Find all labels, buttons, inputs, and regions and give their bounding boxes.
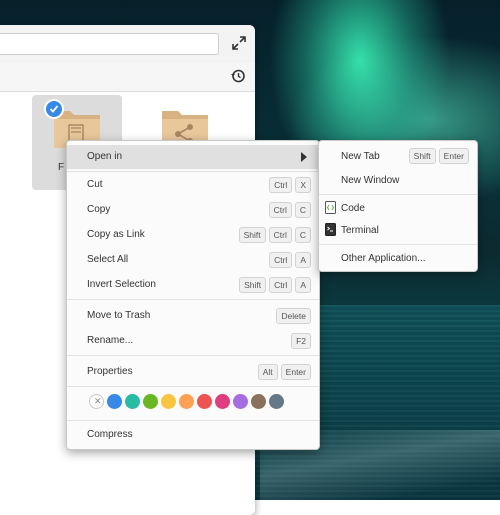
separator [67, 420, 319, 421]
menu-item-label: Compress [87, 429, 133, 440]
color-swatch-green[interactable] [143, 394, 158, 409]
key: Shift [238, 227, 266, 243]
menu-item-label: Invert Selection [87, 279, 156, 290]
separator [67, 355, 319, 356]
key: Shift [239, 277, 267, 293]
shortcut: Ctrl A [269, 252, 311, 268]
menu-item-label: Select All [87, 254, 129, 265]
key: Shift [408, 148, 436, 164]
key: Ctrl [269, 177, 293, 193]
menu-item-label: New Tab [341, 151, 380, 162]
menu-item-label: Other Application... [341, 253, 426, 264]
close-icon: ✕ [94, 396, 102, 406]
menu-item-label: Open in [87, 151, 123, 162]
color-none-swatch[interactable]: ✕ [89, 394, 104, 409]
open-in-submenu: New Tab Shift Enter New Window Code Termi… [318, 140, 478, 272]
shortcut: Shift Ctrl A [239, 277, 311, 293]
menu-item-copy-as-link[interactable]: Copy as Link Shift Ctrl C [67, 223, 319, 247]
submenu-item-new-tab[interactable]: New Tab Shift Enter [319, 145, 477, 167]
key: C [294, 202, 311, 218]
key: C [294, 227, 311, 243]
history-icon[interactable] [230, 68, 246, 84]
menu-item-label: Cut [87, 179, 103, 190]
shortcut: Ctrl X [269, 177, 311, 193]
color-swatch-pink[interactable] [215, 394, 230, 409]
key: Ctrl [269, 277, 293, 293]
menu-item-open-in[interactable]: Open in [67, 145, 319, 169]
menu-item-label: Move to Trash [87, 310, 151, 321]
key: Ctrl [269, 252, 293, 268]
key: A [295, 252, 311, 268]
terminal-icon [325, 223, 336, 236]
color-swatch-brown[interactable] [251, 394, 266, 409]
selection-check-icon[interactable] [44, 99, 64, 119]
key: Ctrl [268, 227, 292, 243]
key: Enter [438, 148, 469, 164]
menu-item-compress[interactable]: Compress [67, 423, 319, 447]
key: Ctrl [268, 202, 292, 218]
color-swatch-mint[interactable] [125, 394, 140, 409]
shortcut: Alt Enter [257, 364, 311, 380]
separator [319, 194, 477, 195]
separator [67, 171, 319, 172]
separator [67, 299, 319, 300]
toolbar [0, 63, 255, 92]
code-editor-icon [325, 201, 336, 214]
key: F2 [291, 333, 311, 349]
folder-name: F [58, 162, 65, 173]
separator [67, 386, 319, 387]
shortcut: Shift Ctrl C [238, 227, 311, 243]
menu-item-rename[interactable]: Rename... F2 [67, 329, 319, 353]
maximize-icon[interactable] [231, 35, 247, 51]
menu-item-copy[interactable]: Copy Ctrl C [67, 198, 319, 222]
color-swatch-slate[interactable] [269, 394, 284, 409]
menu-item-invert-selection[interactable]: Invert Selection Shift Ctrl A [67, 273, 319, 297]
menu-item-label: Code [341, 203, 365, 214]
submenu-item-other-application[interactable]: Other Application... [319, 247, 477, 269]
menu-item-move-to-trash[interactable]: Move to Trash Delete [67, 304, 319, 328]
color-swatch-blue[interactable] [107, 394, 122, 409]
menu-item-label: New Window [341, 175, 400, 186]
menu-item-properties[interactable]: Properties Alt Enter [67, 360, 319, 384]
color-swatch-yellow[interactable] [161, 394, 176, 409]
submenu-arrow-icon [301, 152, 307, 162]
location-bar[interactable] [0, 33, 219, 55]
shortcut: Shift Enter [408, 148, 469, 164]
submenu-item-terminal[interactable]: Terminal [319, 219, 477, 241]
context-menu: Open in Cut Ctrl X Copy Ctrl C Copy as Lin… [66, 140, 320, 450]
shortcut: Ctrl C [268, 202, 311, 218]
menu-item-select-all[interactable]: Select All Ctrl A [67, 248, 319, 272]
submenu-item-code[interactable]: Code [319, 197, 477, 219]
color-tag-picker: ✕ [89, 394, 284, 409]
menu-item-label: Copy [87, 204, 111, 215]
color-swatch-red[interactable] [197, 394, 212, 409]
shortcut: Delete [276, 308, 311, 324]
titlebar [0, 25, 255, 64]
menu-item-label: Properties [87, 366, 133, 377]
separator [319, 244, 477, 245]
key: Enter [280, 364, 311, 380]
menu-item-label: Copy as Link [87, 229, 145, 240]
key: Alt [257, 364, 278, 380]
menu-item-cut[interactable]: Cut Ctrl X [67, 173, 319, 197]
shortcut: F2 [291, 333, 311, 349]
menu-item-label: Rename... [87, 335, 134, 346]
color-swatch-orange[interactable] [179, 394, 194, 409]
color-swatch-purple[interactable] [233, 394, 248, 409]
key: A [295, 277, 311, 293]
key: X [295, 177, 311, 193]
menu-item-label: Terminal [341, 225, 379, 236]
key: Delete [276, 308, 311, 324]
submenu-item-new-window[interactable]: New Window [319, 169, 477, 191]
